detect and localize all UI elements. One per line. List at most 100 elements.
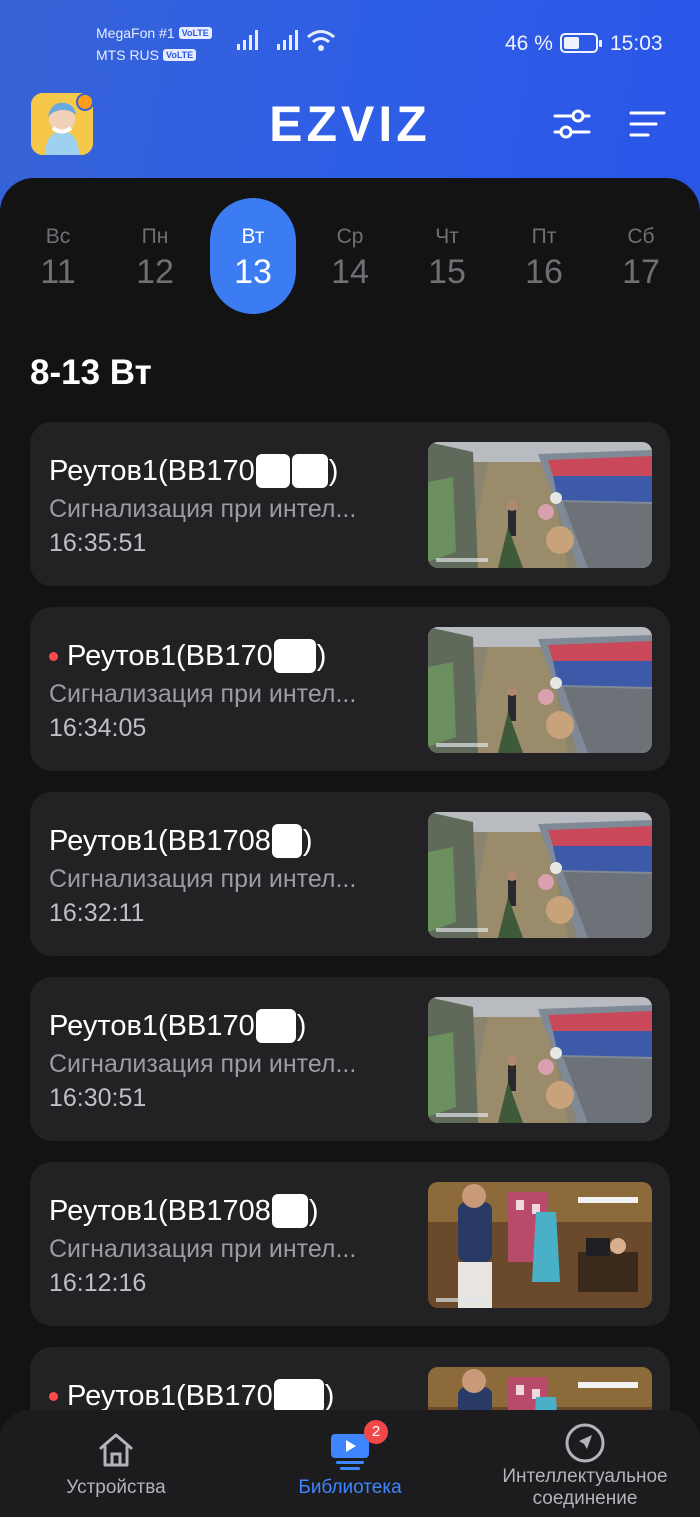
day-number: 11 bbox=[40, 253, 76, 291]
camera-snapshot-image bbox=[428, 1182, 652, 1308]
event-thumbnail[interactable] bbox=[428, 997, 652, 1123]
event-time: 16:30:51 bbox=[49, 1084, 147, 1112]
signal-icon bbox=[237, 30, 258, 50]
camera-snapshot-image bbox=[428, 812, 652, 938]
nav-devices[interactable]: Устройства bbox=[40, 1410, 192, 1517]
event-thumbnail[interactable] bbox=[428, 812, 652, 938]
event-camera-name: Реутов1(BB170) bbox=[49, 1009, 306, 1043]
library-count-badge: 2 bbox=[364, 1420, 388, 1444]
event-description: Сигнализация при интел... bbox=[49, 495, 357, 523]
event-description: Сигнализация при интел... bbox=[49, 1050, 357, 1078]
camera-snapshot-image bbox=[428, 997, 652, 1123]
day-item-thu[interactable]: Чт 15 bbox=[404, 198, 490, 314]
redaction-mark bbox=[271, 1194, 308, 1228]
camera-name-text: Реутов1(BB1708 bbox=[49, 1194, 271, 1227]
carrier-1-name: MegaFon #1 bbox=[96, 25, 175, 41]
day-item-mon[interactable]: Пн 12 bbox=[112, 198, 198, 314]
camera-name-suffix: ) bbox=[296, 1009, 307, 1042]
camera-name-suffix: ) bbox=[308, 1194, 319, 1227]
redaction-mark bbox=[273, 1379, 324, 1413]
event-thumbnail[interactable] bbox=[428, 627, 652, 753]
day-number: 16 bbox=[525, 253, 563, 291]
camera-name-suffix: ) bbox=[302, 824, 313, 857]
event-time: 16:35:51 bbox=[49, 529, 147, 557]
battery-percent: 46 % bbox=[505, 32, 553, 55]
event-camera-name: Реутов1(BB170) bbox=[49, 454, 338, 488]
volte-badge: VoLTE bbox=[163, 49, 197, 61]
wifi-icon bbox=[307, 30, 335, 51]
event-description: Сигнализация при интел... bbox=[49, 865, 357, 893]
day-weekday: Пн bbox=[141, 225, 169, 248]
camera-name-text: Реутов1(BB170 bbox=[67, 1379, 273, 1412]
event-description: Сигнализация при интел... bbox=[49, 1235, 357, 1263]
camera-name-text: Реутов1(BB170 bbox=[49, 1009, 255, 1042]
status-bar: MegaFon #1 VoLTE MTS RUS VoLTE 46 % 15:0… bbox=[0, 0, 700, 90]
nav-library-label: Библиотека bbox=[298, 1477, 402, 1498]
day-weekday: Вт bbox=[241, 225, 265, 248]
event-time: 16:12:16 bbox=[49, 1269, 147, 1297]
unread-dot bbox=[49, 1391, 58, 1401]
day-item-fri[interactable]: Пт 16 bbox=[501, 198, 587, 314]
battery-icon bbox=[560, 33, 602, 53]
carrier-2-name: MTS RUS bbox=[96, 47, 159, 63]
day-number: 12 bbox=[136, 253, 174, 291]
redaction-mark bbox=[273, 639, 316, 673]
day-number: 13 bbox=[234, 253, 272, 291]
redaction-mark bbox=[271, 824, 302, 858]
day-weekday: Ср bbox=[336, 225, 364, 248]
signal-icon bbox=[277, 30, 298, 50]
day-item-sat[interactable]: Сб 17 bbox=[598, 198, 684, 314]
camera-snapshot-image bbox=[428, 442, 652, 568]
ezviz-logo: EZVIZ bbox=[269, 98, 431, 150]
event-camera-name: Реутов1(BB1708) bbox=[49, 824, 313, 858]
event-camera-name: Реутов1(BB1708) bbox=[49, 1194, 319, 1228]
day-item-sun[interactable]: Вс 11 bbox=[15, 198, 101, 314]
event-time: 16:34:05 bbox=[49, 714, 147, 742]
logo-text: EZVIZ bbox=[269, 98, 431, 150]
camera-name-text: Реутов1(BB170 bbox=[67, 639, 273, 672]
day-weekday: Сб bbox=[627, 225, 655, 248]
event-thumbnail[interactable] bbox=[428, 1182, 652, 1308]
redaction-mark bbox=[255, 1009, 296, 1043]
event-card[interactable]: Реутов1(BB170) Сигнализация при интел... 1… bbox=[30, 607, 670, 771]
carrier-info: MegaFon #1 VoLTE MTS RUS VoLTE bbox=[96, 22, 212, 66]
home-icon bbox=[99, 1433, 133, 1467]
event-thumbnail[interactable] bbox=[428, 442, 652, 568]
day-number: 17 bbox=[622, 253, 660, 291]
unread-dot bbox=[49, 651, 58, 661]
event-card[interactable]: Реутов1(BB1708) Сигнализация при интел...… bbox=[30, 792, 670, 956]
camera-name-suffix: ) bbox=[328, 454, 339, 487]
filter-sliders-icon[interactable] bbox=[552, 104, 592, 144]
volte-badge: VoLTE bbox=[178, 27, 212, 39]
day-item-tue-selected[interactable]: Вт 13 bbox=[210, 198, 296, 314]
camera-name-text: Реутов1(BB170 bbox=[49, 454, 255, 487]
day-weekday: Пт bbox=[531, 225, 557, 248]
event-card[interactable]: Реутов1(BB170) Сигнализация при интел... 1… bbox=[30, 977, 670, 1141]
nav-smart-link-label-line2: соединение bbox=[532, 1488, 638, 1509]
redaction-mark bbox=[291, 454, 328, 488]
week-day-selector: Вс 11 Пн 12 Вт 13 Ср 14 Чт 15 Пт 16 Сб 1… bbox=[0, 198, 700, 316]
section-title: 8-13 Вт bbox=[30, 353, 152, 392]
event-description: Сигнализация при интел... bbox=[49, 680, 357, 708]
nav-smart-link-label-line1: Интеллектуальное bbox=[502, 1466, 668, 1487]
day-item-wed[interactable]: Ср 14 bbox=[307, 198, 393, 314]
event-camera-name: Реутов1(BB170) bbox=[49, 1379, 334, 1413]
event-camera-name: Реутов1(BB170) bbox=[49, 639, 326, 673]
nav-library[interactable]: Библиотека bbox=[280, 1410, 420, 1517]
day-weekday: Чт bbox=[435, 225, 459, 248]
notification-dot bbox=[76, 93, 94, 111]
day-number: 15 bbox=[428, 253, 466, 291]
sort-menu-icon[interactable] bbox=[628, 104, 668, 144]
camera-name-text: Реутов1(BB1708 bbox=[49, 824, 271, 857]
redaction-mark bbox=[255, 454, 290, 488]
camera-snapshot-image bbox=[428, 627, 652, 753]
camera-name-suffix: ) bbox=[316, 639, 327, 672]
event-card[interactable]: Реутов1(BB1708) Сигнализация при интел...… bbox=[30, 1162, 670, 1326]
status-clock: 15:03 bbox=[610, 32, 663, 55]
nav-smart-link[interactable]: Интеллектуальное соединение bbox=[490, 1410, 680, 1517]
nav-devices-label: Устройства bbox=[66, 1477, 166, 1498]
event-time: 16:32:11 bbox=[49, 899, 145, 927]
bottom-navigation: Устройства Библиотека Интеллектуальное с… bbox=[0, 1410, 700, 1517]
day-number: 14 bbox=[331, 253, 369, 291]
event-card[interactable]: Реутов1(BB170) Сигнализация при интел... 1… bbox=[30, 422, 670, 586]
